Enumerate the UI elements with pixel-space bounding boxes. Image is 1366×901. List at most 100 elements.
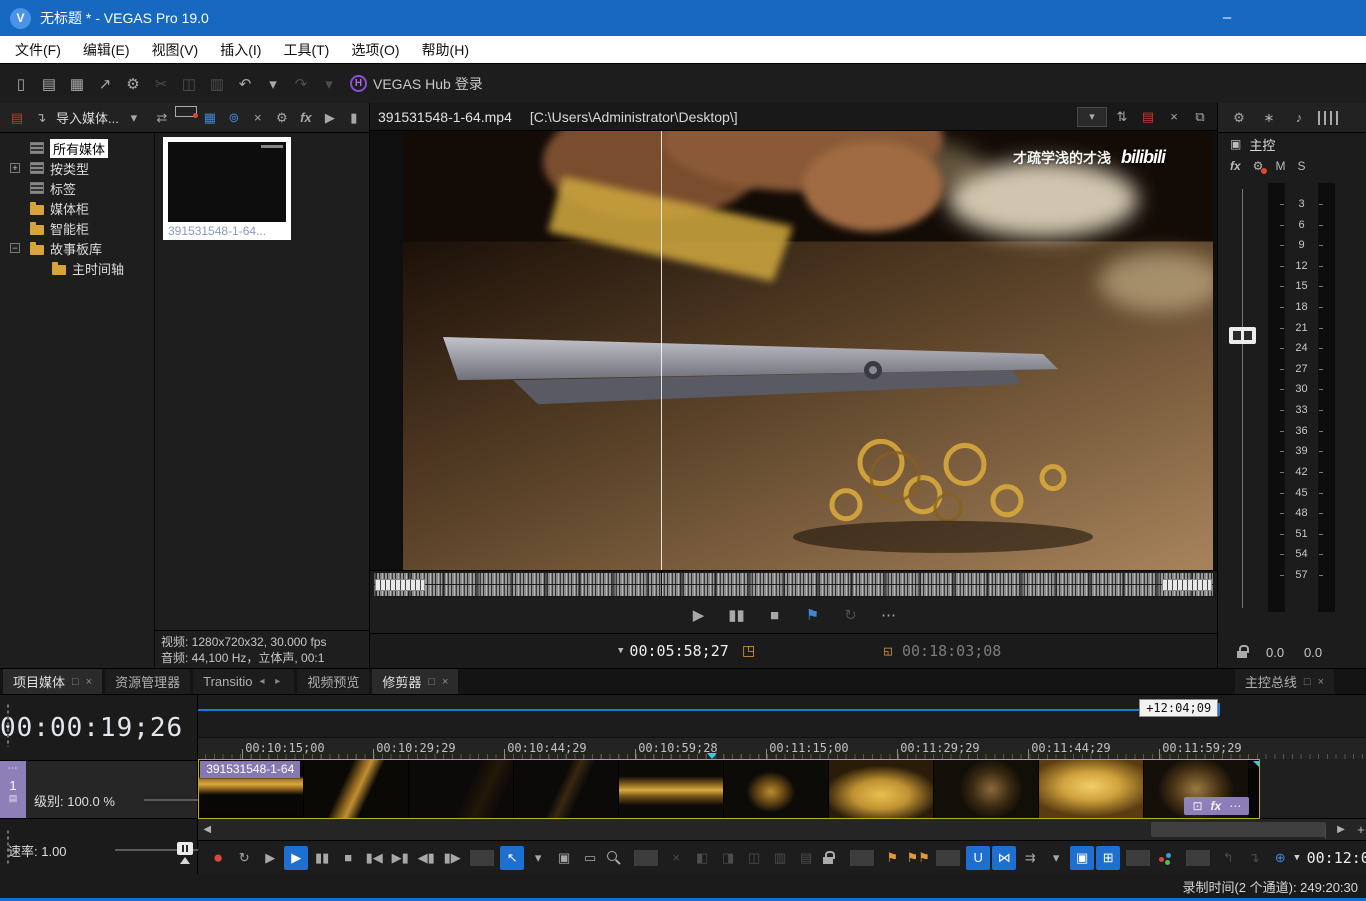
undo-button[interactable]: ↶ — [232, 72, 258, 96]
open-in-editor-button[interactable] — [1156, 850, 1180, 866]
time-display[interactable]: 00:00:19;26 — [0, 695, 198, 761]
panel-tab[interactable]: 修剪器 □ × — [372, 669, 459, 694]
mixing-console-button[interactable]: ↰ — [1216, 846, 1240, 870]
selection-tool-button[interactable]: ↖ — [500, 845, 525, 870]
menu-item[interactable]: 帮助(H) — [411, 36, 480, 63]
import-dropdown[interactable]: ▾ — [123, 106, 145, 130]
tab-close-icon[interactable]: × — [442, 676, 448, 688]
tree-item[interactable]: 媒体柜 — [0, 198, 154, 218]
separator[interactable] — [1126, 849, 1151, 866]
auto-preview-icon[interactable]: ⇄ — [151, 106, 173, 130]
timeline-clip[interactable]: 391531548-1-64 ⊡ fx ⋯ — [198, 758, 1261, 819]
import-media-button[interactable]: 导入媒体... — [56, 108, 119, 127]
separator[interactable] — [936, 849, 961, 866]
preview-stop-icon[interactable]: ▮ — [343, 106, 365, 130]
history-dropdown[interactable]: ▾ — [1077, 106, 1107, 127]
tree-item[interactable]: − 故事板库 — [0, 238, 154, 258]
paste-button[interactable]: ▥ — [204, 72, 230, 96]
insert-bus-icon[interactable]: ∗ — [1258, 106, 1280, 130]
capture-video-icon[interactable] — [174, 105, 198, 118]
tree-item[interactable]: + 按类型 — [0, 158, 154, 178]
vegas-hub-login[interactable]: H VEGAS Hub 登录 — [350, 74, 483, 94]
panel-tab[interactable]: 视频预览 — [297, 669, 370, 694]
menu-item[interactable]: 工具(T) — [272, 36, 340, 63]
open-project-button[interactable]: ▤ — [36, 72, 62, 96]
volume-fader-handle[interactable] — [1229, 327, 1256, 344]
menu-item[interactable]: 视图(V) — [141, 36, 210, 63]
next-frame-button[interactable]: ▮▶ — [440, 846, 464, 870]
loop-playback-button[interactable]: ↻ — [232, 846, 256, 870]
media-properties-icon[interactable]: ⚙ — [271, 106, 293, 130]
stop-button[interactable]: ■ — [336, 846, 360, 870]
zoom-in-button[interactable]: + — [1350, 821, 1366, 839]
tree-item[interactable]: 主时间轴 — [0, 258, 154, 278]
add-tool-button[interactable]: ⊕ — [1268, 846, 1292, 870]
tree-expander[interactable]: − — [10, 243, 20, 253]
marker-bar[interactable]: +12:04;09 — [198, 695, 1366, 737]
loop-button[interactable]: ↻ — [838, 603, 864, 627]
trimmer-pause-button[interactable]: ▮▮ — [724, 603, 750, 627]
trimmer-play-button[interactable]: ▶ — [686, 603, 712, 627]
record-button[interactable]: ● — [206, 846, 230, 870]
rate-slider-handle[interactable] — [177, 842, 193, 855]
cut-button[interactable]: ✂ — [148, 72, 174, 96]
lock-envelopes-button[interactable]: ▣ — [1070, 845, 1095, 870]
more-button[interactable]: ⋯ — [876, 603, 902, 627]
trimmer-cursor-line[interactable] — [661, 131, 662, 570]
prev-frame-button[interactable]: ◀▮ — [414, 846, 438, 870]
tool-dropdown[interactable]: ▾ — [526, 846, 550, 870]
ignore-grouping-button[interactable]: ⊞ — [1096, 845, 1121, 870]
clip-crop-icon[interactable]: ⊡ — [1192, 799, 1202, 813]
undo-dropdown[interactable]: ▾ — [260, 72, 286, 96]
tab-close-icon[interactable]: × — [1318, 676, 1324, 688]
minimize-button[interactable]: – — [1212, 4, 1242, 30]
trim-start-button[interactable]: ◧ — [690, 846, 714, 870]
split-button[interactable]: ◫ — [742, 846, 766, 870]
panel-tab[interactable]: Transitio ◂ ▸ — [193, 669, 295, 694]
bus-automation-button[interactable]: ⚙ — [1253, 159, 1267, 174]
volume-fader-track[interactable] — [1242, 189, 1243, 608]
video-track-header[interactable]: ⋯ 1 ▤ M S 级别: 100.0 % — [0, 761, 243, 819]
timeline-ruler[interactable]: 00:10:15;00 00:10:29;29 00:10:44;29 00:1… — [198, 736, 1366, 759]
delete-button[interactable]: × — [664, 846, 688, 870]
channel-faders-icon[interactable] — [1318, 110, 1340, 125]
close-icon[interactable]: × — [1163, 105, 1185, 129]
menu-item[interactable]: 选项(O) — [340, 36, 410, 63]
separator[interactable] — [1186, 849, 1211, 866]
redo-button[interactable]: ↷ — [288, 72, 314, 96]
selection-edit-tool-button[interactable]: ▭ — [578, 846, 602, 870]
project-media-list-icon[interactable]: ▤ — [6, 106, 28, 130]
tab-master-bus[interactable]: 主控总线 □ × — [1234, 669, 1334, 694]
tree-expander[interactable]: + — [10, 163, 20, 173]
remove-media-icon[interactable]: × — [247, 106, 269, 130]
scroll-left-button[interactable]: ◀ — [198, 819, 216, 840]
frame-count-icon[interactable]: ◳ — [742, 642, 755, 659]
tree-item[interactable]: 智能柜 — [0, 218, 154, 238]
play-from-start-button[interactable]: ▶ — [258, 846, 282, 870]
bus-solo-button[interactable]: S — [1297, 159, 1305, 173]
media-thumbnail[interactable]: 391531548-1-64... — [163, 137, 291, 240]
downmix-output-icon[interactable]: ♪ — [1288, 106, 1310, 130]
separator[interactable] — [634, 849, 659, 866]
download-media-icon[interactable]: ⊚ — [223, 106, 245, 130]
tree-item[interactable]: 所有媒体 — [0, 138, 154, 158]
media-fx-icon[interactable]: fx — [295, 106, 317, 130]
project-properties-button[interactable]: ⚙ — [120, 72, 146, 96]
separator[interactable] — [850, 849, 875, 866]
float-window-icon[interactable]: ⧉ — [1189, 105, 1211, 129]
ripple-dropdown[interactable]: ▾ — [1044, 846, 1068, 870]
new-project-button[interactable]: ▯ — [8, 72, 34, 96]
video-track-lane[interactable]: 391531548-1-64 ⊡ fx ⋯ — [198, 758, 1366, 819]
separator[interactable] — [470, 849, 495, 866]
tab-close-icon[interactable]: × — [86, 676, 92, 688]
preview-play-icon[interactable]: ▶ — [319, 106, 341, 130]
bus-mute-button[interactable]: M — [1275, 159, 1285, 173]
video-scopes-button[interactable]: ↴ — [1242, 846, 1266, 870]
go-to-end-button[interactable]: ▶▮ — [388, 846, 412, 870]
insert-marker-button[interactable]: ⚑ — [880, 846, 904, 870]
envelope-tool-button[interactable]: ▣ — [552, 846, 576, 870]
clip-more-icon[interactable]: ⋯ — [1229, 799, 1241, 813]
tab-float-icon[interactable]: □ — [1304, 676, 1311, 688]
trim-end-button[interactable]: ◨ — [716, 846, 740, 870]
scrollbar-track[interactable] — [216, 819, 1332, 840]
